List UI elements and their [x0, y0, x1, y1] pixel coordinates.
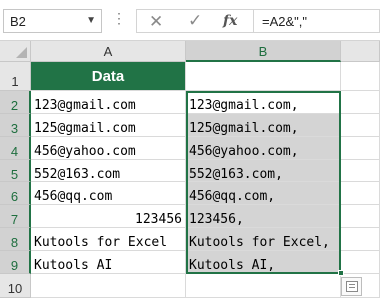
column-header-a[interactable]: A [31, 41, 186, 62]
spreadsheet-grid: A B 1 2 3 4 5 6 7 8 9 10 Data 123@gmail.… [0, 41, 380, 305]
cell-b5[interactable]: 552@163.com, [186, 160, 341, 182]
cell-a2[interactable]: 123@gmail.com [31, 91, 186, 114]
cell-a4[interactable]: 456@yahoo.com [31, 137, 186, 160]
cell-b3[interactable]: 125@gmail.com, [186, 114, 341, 137]
cell-c3[interactable] [341, 114, 380, 137]
row-header-7[interactable]: 7 [0, 205, 31, 228]
select-all-icon [16, 47, 27, 58]
cell-a6[interactable]: 456@qq.com [31, 182, 186, 205]
cell-a8[interactable]: Kutools for Excel [31, 228, 186, 251]
enter-icon[interactable]: ✓ [188, 11, 202, 31]
name-box-value: B2 [10, 14, 26, 29]
cell-c4[interactable] [341, 137, 380, 160]
cell-a10[interactable] [31, 274, 186, 298]
cell-c9[interactable] [341, 251, 380, 274]
chevron-down-icon[interactable]: ▼ [86, 15, 96, 26]
fill-handle[interactable] [338, 270, 344, 276]
row-header-5[interactable]: 5 [0, 160, 31, 182]
row-header-10[interactable]: 10 [0, 274, 31, 298]
row-header-1[interactable]: 1 [0, 62, 31, 91]
cell-a7[interactable]: 123456 [31, 205, 186, 228]
column-header-b[interactable]: B [186, 41, 341, 62]
more-options-icon[interactable]: ⋮ [112, 11, 126, 25]
formula-bar: B2 ▼ ⋮ ✕ ✓ fx =A2&"," [0, 0, 380, 41]
cell-a1[interactable]: Data [31, 62, 186, 91]
row-header-2[interactable]: 2 [0, 91, 31, 114]
insert-function-icon[interactable]: fx [223, 13, 237, 29]
row-header-4[interactable]: 4 [0, 137, 31, 160]
cell-c8[interactable] [341, 228, 380, 251]
cell-b7[interactable]: 123456, [186, 205, 341, 228]
cell-c2[interactable] [341, 91, 380, 114]
cell-a9[interactable]: Kutools AI [31, 251, 186, 274]
cell-b4[interactable]: 456@yahoo.com, [186, 137, 341, 160]
formula-actions: ✕ ✓ fx [136, 9, 254, 33]
formula-text: =A2&"," [262, 14, 308, 29]
cell-c1[interactable] [341, 62, 380, 91]
cell-a5[interactable]: 552@163.com [31, 160, 186, 182]
cell-b1[interactable] [186, 62, 341, 91]
column-header-c[interactable] [341, 41, 380, 62]
cell-a3[interactable]: 125@gmail.com [31, 114, 186, 137]
row-header-6[interactable]: 6 [0, 182, 31, 205]
cell-b6[interactable]: 456@qq.com, [186, 182, 341, 205]
cell-b2[interactable]: 123@gmail.com, [186, 91, 341, 114]
quick-analysis-icon [346, 281, 358, 292]
cell-b8[interactable]: Kutools for Excel, [186, 228, 341, 251]
quick-analysis-button[interactable] [341, 277, 362, 296]
formula-input[interactable]: =A2&"," [254, 9, 380, 33]
row-header-8[interactable]: 8 [0, 228, 31, 251]
cell-c7[interactable] [341, 205, 380, 228]
cell-c6[interactable] [341, 182, 380, 205]
cell-c5[interactable] [341, 160, 380, 182]
cell-b9[interactable]: Kutools AI, [186, 251, 341, 274]
name-box[interactable]: B2 ▼ [3, 9, 102, 33]
cell-b10[interactable] [186, 274, 341, 298]
row-header-9[interactable]: 9 [0, 251, 31, 274]
cancel-icon[interactable]: ✕ [149, 12, 163, 32]
row-header-3[interactable]: 3 [0, 114, 31, 137]
select-all-button[interactable] [0, 41, 31, 62]
